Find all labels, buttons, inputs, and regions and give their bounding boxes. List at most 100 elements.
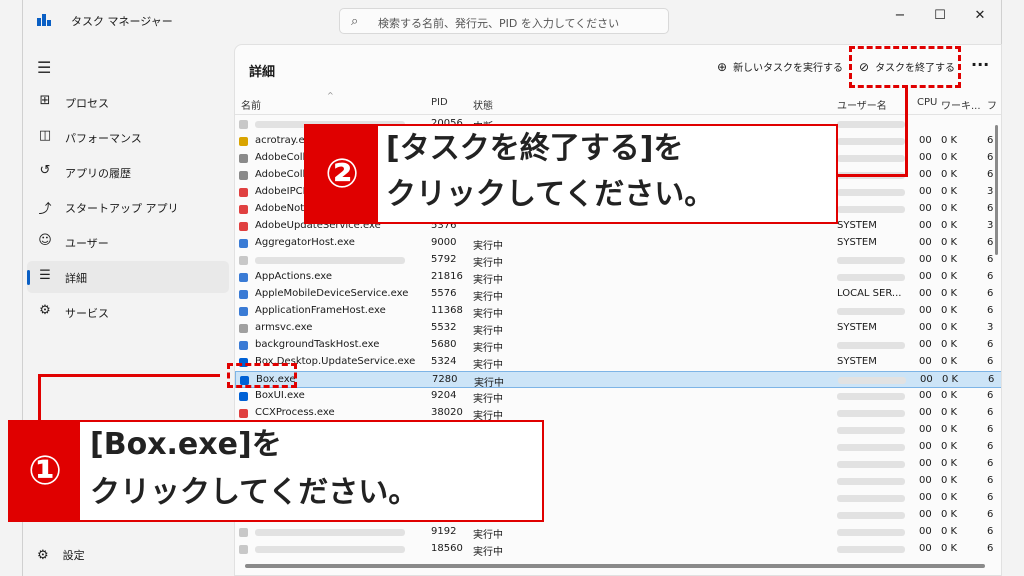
cell-status: 実行中 [473, 258, 503, 269]
cell-x: 6 [987, 390, 994, 401]
sidebar-item-label: サービス [65, 307, 109, 320]
cell-mem: 0 K [941, 543, 958, 554]
cell-status: 実行中 [473, 326, 503, 337]
cell-status: 実行中 [473, 360, 503, 371]
cell-pid: 5680 [431, 339, 457, 350]
sidebar-item-4[interactable]: ⤴ スタートアップ アプリ [27, 191, 229, 223]
sidebar-item-1[interactable]: ⊞ プロセス [27, 86, 229, 118]
cell-user: SYSTEM [837, 356, 877, 367]
table-row[interactable]: backgroundTaskHost.exe 5680 実行中 00 0 K 6 [235, 337, 1001, 354]
cell-status: 実行中 [473, 309, 503, 320]
table-row[interactable]: armsvc.exe 5532 実行中 SYSTEM 00 0 K 3 [235, 320, 1001, 337]
cell-x: 6 [987, 254, 994, 265]
column-header-extra[interactable]: フ [987, 97, 997, 112]
table-row[interactable]: Box.exe 7280 実行中 00 0 K6 [235, 371, 1001, 389]
new-task-button[interactable]: ⊕ 新しいタスクを実行する [717, 59, 843, 74]
table-row[interactable]: Box.Desktop.UpdateService.exe 5324 実行中 SYST… [235, 354, 1001, 371]
table-row[interactable]: ApplicationFrameHost.exe 11368 実行中 00 0 K 6 [235, 303, 1001, 320]
services-icon: ⚙ [39, 303, 51, 318]
process-icon [239, 392, 248, 401]
minimize-button[interactable]: − [883, 4, 917, 28]
cell-cpu: 00 [919, 526, 932, 537]
horizontal-scrollbar[interactable] [245, 564, 985, 568]
column-header-pid[interactable]: PID [431, 97, 448, 108]
new-task-label: 新しいタスクを実行する [733, 63, 844, 74]
cell-pid: 11368 [431, 305, 463, 316]
cell-status: 実行中 [473, 343, 503, 354]
step2-text-line1: [タスクを終了する]を [386, 131, 684, 166]
cell-name: CCXProcess.exe [255, 407, 335, 418]
cell-x: 6 [987, 356, 994, 367]
redacted-user [837, 274, 905, 281]
vertical-scrollbar[interactable] [995, 125, 998, 255]
cell-x: 6 [987, 492, 994, 503]
app-title: タスク マネージャー [71, 15, 173, 28]
column-header-memory[interactable]: ワーキ... [941, 97, 981, 112]
cell-mem: 0 K [941, 186, 958, 197]
cell-cpu: 00 [919, 203, 932, 214]
column-header-user[interactable]: ユーザー名 [837, 97, 887, 112]
hamburger-icon[interactable]: ☰ [37, 58, 51, 77]
redacted-user [838, 377, 906, 384]
cell-cpu: 00 [919, 407, 932, 418]
cell-pid: 5792 [431, 254, 457, 265]
cell-x: 6 [987, 441, 994, 452]
cell-cpu: 00 [919, 458, 932, 469]
sidebar-item-label: スタートアップ アプリ [65, 202, 179, 215]
table-row[interactable]: BoxUI.exe 9204 実行中 00 0 K 6 [235, 388, 1001, 405]
cell-x: 6 [987, 526, 994, 537]
cell-cpu: 00 [919, 390, 932, 401]
process-icon [239, 528, 248, 537]
cell-pid: 38020 [431, 407, 463, 418]
process-icon [239, 307, 248, 316]
sidebar-item-2[interactable]: ◫ パフォーマンス [27, 121, 229, 153]
sidebar-item-7[interactable]: ⚙ サービス [27, 296, 229, 328]
maximize-button[interactable]: ☐ [923, 4, 957, 28]
table-row[interactable]: 5792 実行中 00 0 K 6 [235, 252, 1001, 269]
cell-x: 6 [987, 288, 994, 299]
process-icon [239, 256, 248, 265]
sidebar-item-5[interactable]: ☺ ユーザー [27, 226, 229, 258]
step1-callout: ① [Box.exe]を クリックしてください。 [8, 420, 544, 522]
search-icon: ⌕ [351, 14, 359, 29]
table-row[interactable]: AppActions.exe 21816 実行中 00 0 K 6 [235, 269, 1001, 286]
cell-pid: 9192 [431, 526, 457, 537]
column-header-status[interactable]: 状態 [473, 97, 493, 112]
cell-mem: 0 K [941, 169, 958, 180]
cell-status: 実行中 [473, 530, 503, 541]
cell-cpu: 00 [919, 424, 932, 435]
more-options-button[interactable]: ··· [971, 55, 989, 74]
process-icon [239, 171, 248, 180]
table-row[interactable]: 18560 実行中 00 0 K 6 [235, 541, 1001, 558]
step2-number: ② [306, 126, 378, 222]
cell-user: SYSTEM [837, 220, 877, 231]
cell-user: SYSTEM [837, 322, 877, 333]
cell-cpu: 00 [919, 543, 932, 554]
column-header-cpu[interactable]: CPU [917, 97, 937, 108]
process-icon [239, 273, 248, 282]
sidebar-item-settings[interactable]: ⚙ 設定 [37, 547, 85, 563]
sidebar-item-3[interactable]: ↺ アプリの履歴 [27, 156, 229, 188]
cell-status: 実行中 [473, 394, 503, 405]
cell-mem: 0 K [941, 288, 958, 299]
history-icon: ↺ [39, 163, 51, 178]
redacted-user [837, 529, 905, 536]
page-title: 詳細 [249, 65, 276, 80]
column-header-name[interactable]: 名前 [241, 97, 261, 112]
process-icon [239, 324, 248, 333]
table-row[interactable]: AppleMobileDeviceService.exe 5576 実行中 LOCAL… [235, 286, 1001, 303]
cell-pid: 7280 [432, 374, 458, 385]
sidebar-item-6[interactable]: ☰ 詳細 [27, 261, 229, 293]
cell-mem: 0 K [941, 458, 958, 469]
search-box[interactable]: ⌕ 検索する名前、発行元、PID を入力してください [339, 8, 669, 34]
cell-mem: 0 K [941, 509, 958, 520]
step1-text-line1: [Box.exe]を [90, 427, 282, 462]
process-icon [239, 290, 248, 299]
table-row[interactable]: 9192 実行中 00 0 K 6 [235, 524, 1001, 541]
redacted-user [837, 444, 905, 451]
cell-user: LOCAL SER... [837, 288, 902, 299]
cell-status: 実行中 [473, 241, 503, 252]
close-button[interactable]: ✕ [963, 4, 997, 28]
table-row[interactable]: AggregatorHost.exe 9000 実行中 SYSTEM 00 0 K6 [235, 235, 1001, 252]
title-bar: タスク マネージャー ⌕ 検索する名前、発行元、PID を入力してください − … [23, 0, 1003, 40]
